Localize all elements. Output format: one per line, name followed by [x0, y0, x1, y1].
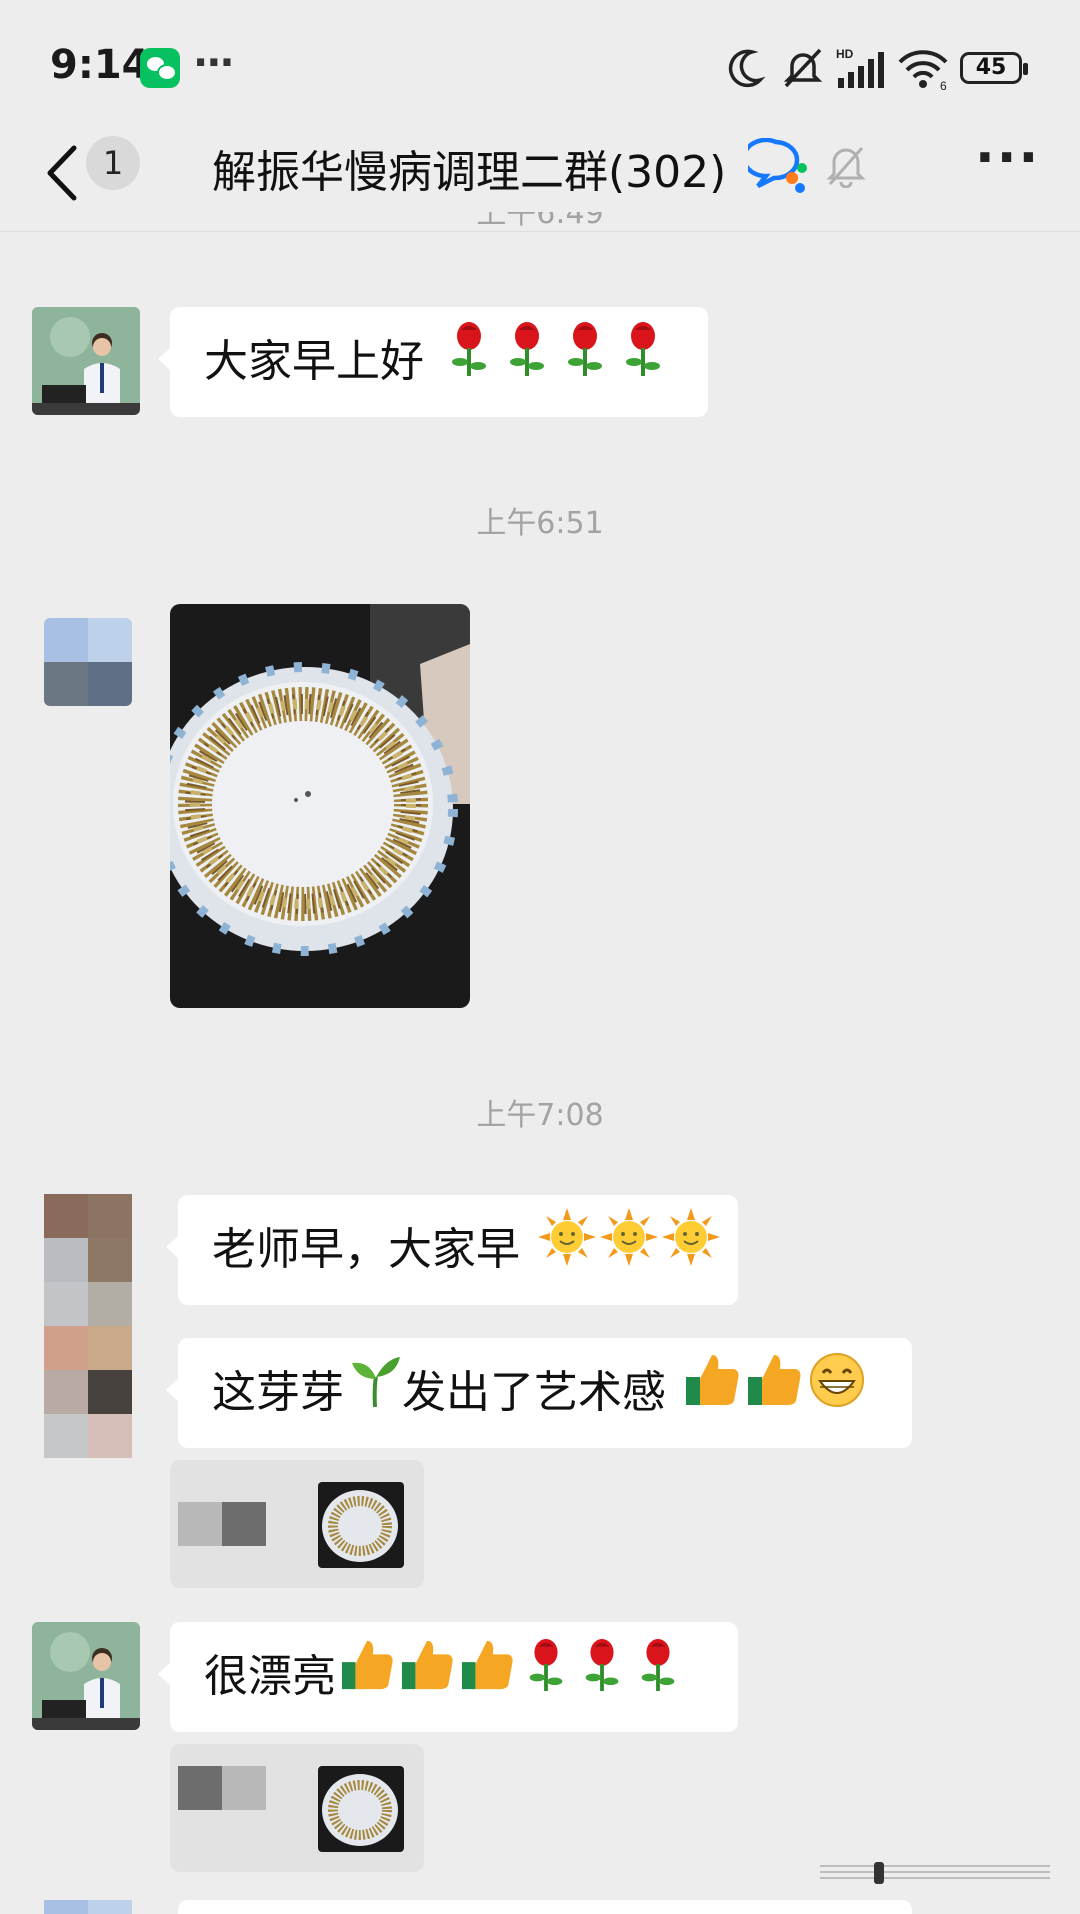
message-text: 这芽芽	[212, 1367, 344, 1418]
quoted-message[interactable]	[170, 1744, 424, 1872]
wechat-notification-icon	[140, 48, 180, 88]
svg-text:6: 6	[940, 79, 947, 90]
back-chevron-icon[interactable]	[40, 140, 90, 206]
thumbs-up-emoji-icon	[460, 1624, 516, 1734]
watermark-lines	[820, 1862, 1050, 1884]
status-bar: 9:14 ··· HD 6 45	[0, 0, 1080, 130]
chat-title[interactable]: 解振华慢病调理二群(302)	[212, 136, 726, 200]
sun-face-emoji-icon	[538, 1197, 596, 1307]
avatar[interactable]	[44, 618, 132, 706]
quoted-photo-thumbnail	[318, 1482, 404, 1568]
rose-emoji-icon	[576, 1624, 628, 1734]
timestamp-partial: 上午6:49	[476, 212, 604, 231]
status-time: 9:14	[50, 42, 150, 88]
ringer-muted-icon	[783, 48, 823, 88]
moon-icon	[728, 49, 766, 88]
message-timestamp: 上午6:51	[476, 506, 604, 541]
hd-signal-icon: HD	[836, 47, 884, 88]
sprouts-plate-photo[interactable]	[170, 604, 470, 1008]
thumbs-up-emoji-icon	[340, 1624, 396, 1734]
message-bubble[interactable]: 大家早上好	[158, 307, 708, 419]
message-text: 大家早上好	[204, 336, 424, 387]
chat-more-menu-button[interactable]: ···	[975, 128, 1040, 188]
message-text: 发出了艺术感	[402, 1367, 666, 1418]
message-bubble[interactable]	[178, 1900, 912, 1914]
grinning-face-emoji-icon	[808, 1340, 866, 1450]
muted-bell-icon	[826, 147, 866, 188]
sun-face-emoji-icon	[600, 1197, 658, 1307]
rose-emoji-icon	[632, 1624, 684, 1734]
group-chat-status-icon[interactable]	[748, 138, 808, 194]
unread-count-badge[interactable]: 1	[86, 136, 140, 190]
quoted-photo-thumbnail	[318, 1766, 404, 1852]
battery-indicator: 45	[960, 52, 1028, 84]
thumbs-up-emoji-icon	[746, 1340, 804, 1450]
avatar[interactable]	[32, 1622, 140, 1730]
thumbs-up-emoji-icon	[400, 1624, 456, 1734]
more-notifications-icon: ···	[193, 40, 235, 86]
teacher-avatar-photo	[32, 1622, 140, 1730]
message-bubble[interactable]: 很漂亮	[158, 1622, 738, 1734]
message-timestamp: 上午7:08	[476, 1098, 604, 1133]
quoted-message[interactable]	[170, 1460, 424, 1588]
message-text: 老师早，大家早	[212, 1224, 520, 1275]
message-text: 很漂亮	[204, 1651, 336, 1702]
rose-emoji-icon	[500, 309, 554, 419]
avatar[interactable]	[44, 1194, 132, 1458]
seedling-emoji-icon	[348, 1340, 402, 1450]
svg-text:HD: HD	[836, 47, 854, 61]
wifi-icon: 6	[898, 50, 948, 90]
message-bubble[interactable]: 这芽芽 发出了艺术感	[166, 1338, 912, 1450]
teacher-avatar-photo	[32, 307, 140, 415]
rose-emoji-icon	[442, 309, 496, 419]
avatar[interactable]	[32, 307, 140, 415]
thumbs-up-emoji-icon	[684, 1340, 742, 1450]
rose-emoji-icon	[520, 1624, 572, 1734]
sun-face-emoji-icon	[662, 1197, 720, 1307]
message-bubble[interactable]: 老师早，大家早	[166, 1195, 738, 1307]
rose-emoji-icon	[616, 309, 670, 419]
rose-emoji-icon	[558, 309, 612, 419]
